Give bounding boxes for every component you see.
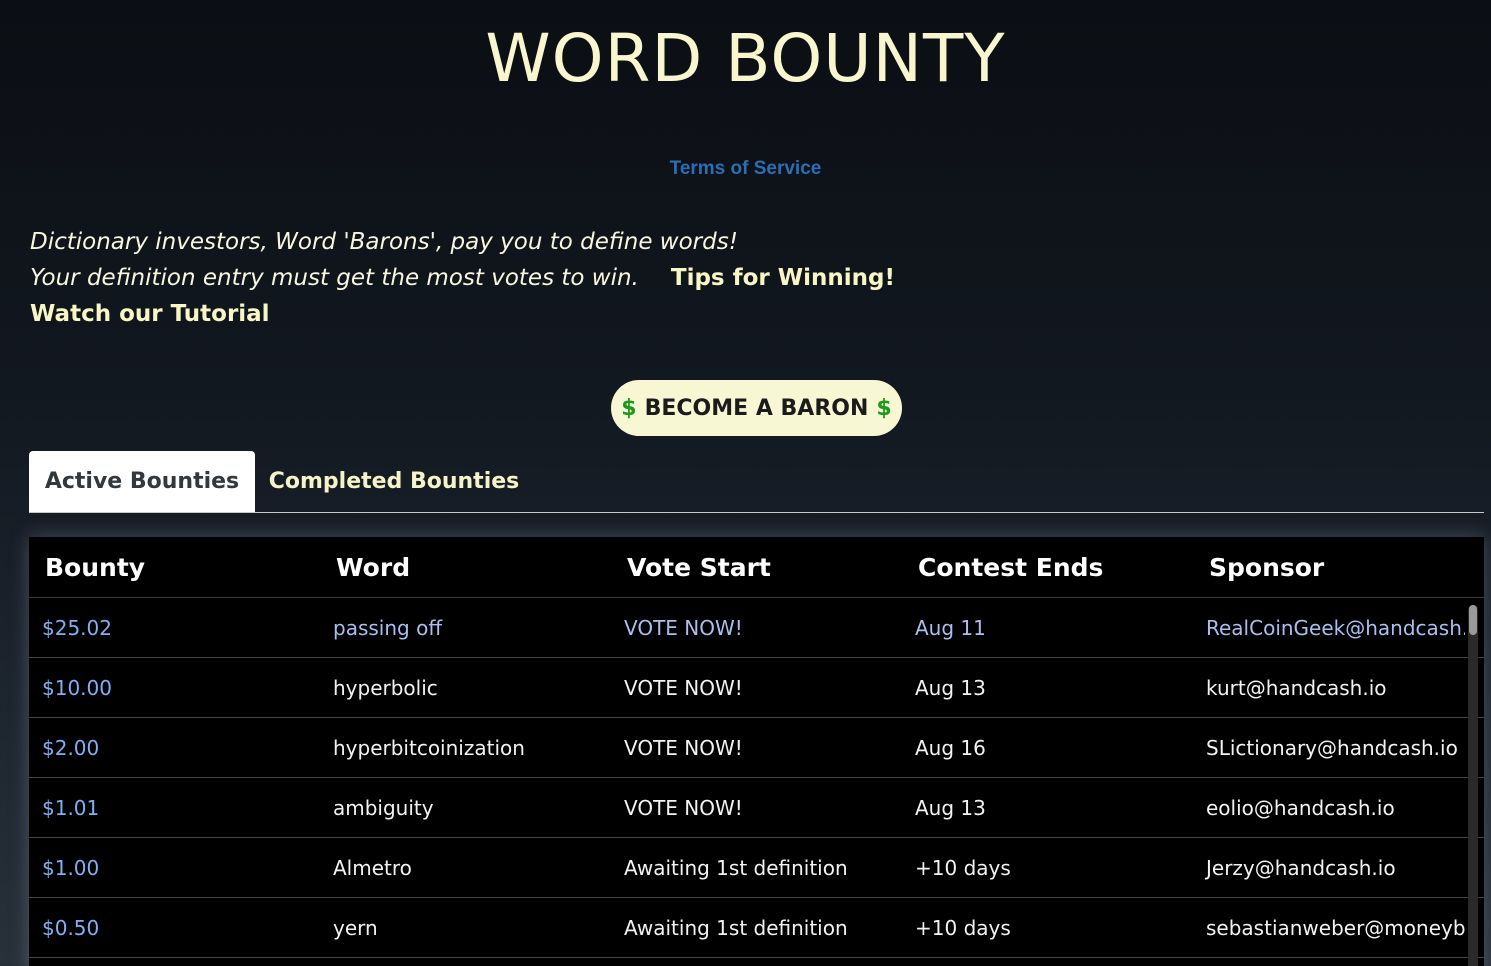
word-cell[interactable]: hyperbolic [320,658,611,717]
contest-ends-cell: Aug 16 [915,735,986,760]
bounty-tabs: Active Bounties Completed Bounties [29,451,1484,513]
intro-text: Dictionary investors, Word 'Barons', pay… [30,224,895,332]
table-row[interactable]: $25.02 passing off VOTE NOW! Aug 11 Real… [29,598,1484,658]
table-header: Bounty Word Vote Start Contest Ends Spon… [29,537,1484,598]
column-header-sponsor[interactable]: Sponsor [1193,537,1484,598]
sponsor-cell: RealCoinGeek@handcash.io [1206,615,1465,640]
terms-container: Terms of Service [0,158,1491,180]
table-row[interactable]: $1.00 Almetro Awaiting 1st definition +1… [29,838,1484,898]
sponsor-cell: Jerzy@handcash.io [1206,855,1396,880]
bounties-table: Bounty Word Vote Start Contest Ends Spon… [29,537,1484,966]
word-cell[interactable]: hyperbitcoinization [320,718,611,777]
contest-ends-cell: +10 days [915,855,1011,880]
bounty-cell: $25.02 [42,615,112,640]
sponsor-cell: kurt@handcash.io [1206,675,1387,700]
table-row[interactable]: $2.00 hyperbitcoinization VOTE NOW! Aug … [29,718,1484,778]
dollar-icon-left: $ [621,395,637,421]
become-a-baron-button[interactable]: $ BECOME A BARON $ [611,380,902,436]
sponsor-cell: sebastianweber@moneyb... [1206,915,1465,940]
sponsor-cell: eolio@handcash.io [1206,795,1395,820]
vote-start-cell[interactable]: VOTE NOW! [611,778,902,837]
contest-ends-cell: +10 days [915,915,1011,940]
vote-start-cell: Awaiting 1st definition [624,915,848,940]
tab-active-bounties[interactable]: Active Bounties [29,451,255,512]
column-header-word[interactable]: Word [320,537,611,598]
word-cell[interactable]: passing off [320,598,611,657]
table-row[interactable]: $0.50 yern Awaiting 1st definition +10 d… [29,898,1484,958]
watch-tutorial-link[interactable]: Watch our Tutorial [30,296,895,332]
column-header-vote-start[interactable]: Vote Start [611,537,902,598]
vote-start-cell[interactable]: VOTE NOW! [611,598,902,657]
vote-start-cell: Awaiting 1st definition [624,855,848,880]
contest-ends-cell: Aug 11 [915,615,986,640]
bounty-cell: $10.00 [42,675,112,700]
dollar-icon-right: $ [876,395,892,421]
vote-start-cell[interactable]: VOTE NOW! [611,658,902,717]
column-header-bounty[interactable]: Bounty [29,537,320,598]
tips-for-winning-link[interactable]: Tips for Winning! [671,265,895,291]
bounty-cell: $2.00 [42,735,100,760]
tab-completed-bounties[interactable]: Completed Bounties [261,451,527,512]
bounty-cell: $1.01 [42,795,100,820]
scrollbar-thumb[interactable] [1469,605,1477,635]
bounty-cell: $0.50 [42,915,100,940]
become-a-baron-label: BECOME A BARON [644,395,869,421]
contest-ends-cell: Aug 13 [915,795,986,820]
contest-ends-cell: Aug 13 [915,675,986,700]
vote-start-cell[interactable]: VOTE NOW! [611,718,902,777]
table-row[interactable]: $1.01 ambiguity VOTE NOW! Aug 13 eolio@h… [29,778,1484,838]
table-row[interactable]: $10.00 hyperbolic VOTE NOW! Aug 13 kurt@… [29,658,1484,718]
bounty-cell: $1.00 [42,855,100,880]
intro-line-1: Dictionary investors, Word 'Barons', pay… [30,229,738,255]
intro-line-2: Your definition entry must get the most … [30,265,639,291]
word-cell[interactable]: Almetro [320,838,611,897]
word-cell[interactable]: yern [320,898,611,957]
terms-of-service-link[interactable]: Terms of Service [670,158,822,179]
sponsor-cell: SLictionary@handcash.io [1206,735,1458,760]
column-header-contest-ends[interactable]: Contest Ends [902,537,1193,598]
table-scrollbar[interactable] [1468,605,1478,966]
word-cell[interactable]: ambiguity [320,778,611,837]
page-title: WORD BOUNTY [485,20,1006,97]
